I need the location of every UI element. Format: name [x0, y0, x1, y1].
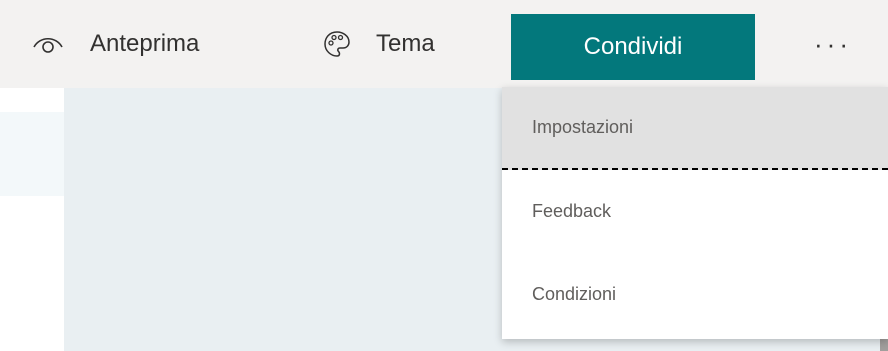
menu-item-label: Impostazioni: [532, 117, 634, 137]
more-options-button[interactable]: ···: [808, 14, 858, 74]
menu-item-settings[interactable]: Impostazioni: [502, 87, 888, 170]
eye-icon: [30, 26, 66, 62]
theme-label: Tema: [376, 30, 435, 57]
more-options-icon: ···: [814, 28, 852, 59]
share-button[interactable]: Condividi: [511, 14, 755, 80]
left-panel: [0, 88, 64, 351]
menu-item-label: Condizioni: [532, 283, 617, 304]
menu-item-label: Feedback: [532, 200, 612, 221]
share-label: Condividi: [583, 33, 683, 60]
page: Anteprima Tema Condividi ··· Impostazion…: [0, 0, 888, 351]
toolbar: Anteprima Tema Condividi ···: [0, 0, 888, 88]
menu-item-feedback[interactable]: Feedback: [502, 170, 888, 252]
theme-button[interactable]: Tema: [322, 0, 435, 88]
palette-icon: [322, 29, 352, 59]
left-panel-header: [0, 112, 64, 196]
menu-item-terms[interactable]: Condizioni: [502, 253, 888, 335]
preview-button[interactable]: Anteprima: [30, 0, 199, 88]
more-options-menu: Impostazioni Feedback Condizioni: [502, 87, 888, 339]
preview-label: Anteprima: [90, 30, 200, 57]
